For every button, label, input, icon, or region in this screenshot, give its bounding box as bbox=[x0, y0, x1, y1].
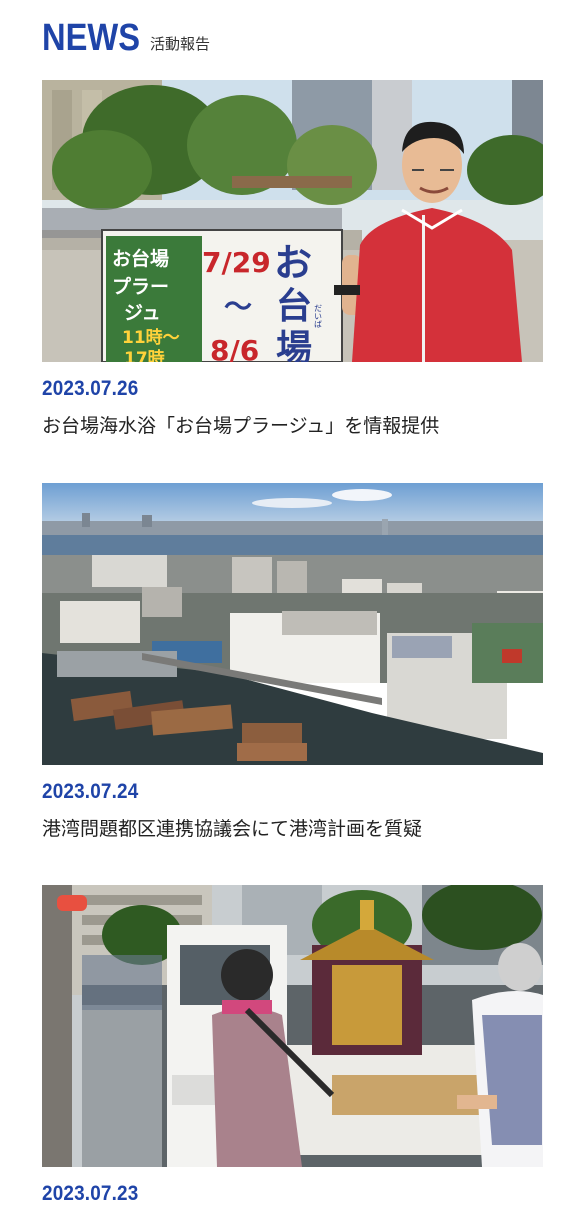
sign-ruby: だいば bbox=[314, 304, 323, 328]
news-thumbnail-odaiba-plage[interactable]: お台場 プラー ジュ 11時〜 17時 7/29 〜 8/6 お 台 場 だいば bbox=[42, 80, 543, 362]
news-title-link[interactable]: お台場海水浴「お台場プラージュ」を情報提供 bbox=[42, 411, 543, 438]
news-header: NEWS 活動報告 bbox=[42, 18, 210, 58]
sign-line-2: プラー bbox=[112, 275, 169, 298]
news-item[interactable]: 2023.07.23 bbox=[42, 885, 543, 1216]
news-title-link[interactable]: 港湾問題都区連携協議会にて港湾計画を質疑 bbox=[42, 814, 543, 841]
news-date: 2023.07.26 bbox=[42, 377, 139, 400]
sign-big-1: お bbox=[274, 241, 312, 285]
sign-date-tilde: 〜 bbox=[224, 290, 252, 323]
sign-big-2: 台 bbox=[276, 286, 312, 327]
sign-line-1: お台場 bbox=[112, 247, 169, 270]
news-date: 2023.07.24 bbox=[42, 780, 139, 803]
section-title: NEWS bbox=[42, 17, 141, 59]
news-thumbnail-port-aerial[interactable] bbox=[42, 483, 543, 765]
news-date: 2023.07.23 bbox=[42, 1182, 139, 1205]
sign-line-5: 17時 bbox=[124, 348, 165, 362]
photo-port-aerial-view bbox=[42, 483, 543, 765]
section-subtitle: 活動報告 bbox=[150, 35, 211, 53]
photo-politician-with-sign: お台場 プラー ジュ 11時〜 17時 7/29 〜 8/6 お 台 場 だいば bbox=[42, 80, 543, 362]
sign-line-4: 11時〜 bbox=[122, 327, 180, 348]
sign-date-start: 7/29 bbox=[202, 246, 271, 279]
news-item[interactable]: お台場 プラー ジュ 11時〜 17時 7/29 〜 8/6 お 台 場 だいば… bbox=[42, 80, 543, 438]
sign-date-end: 8/6 bbox=[210, 334, 259, 362]
sign-big-3: 場 bbox=[276, 328, 312, 362]
photo-mikoshi-truck bbox=[42, 885, 543, 1167]
sign-line-3: ジュ bbox=[124, 302, 161, 324]
news-thumbnail-mikoshi[interactable] bbox=[42, 885, 543, 1167]
news-item[interactable]: 2023.07.24 港湾問題都区連携協議会にて港湾計画を質疑 bbox=[42, 483, 543, 841]
